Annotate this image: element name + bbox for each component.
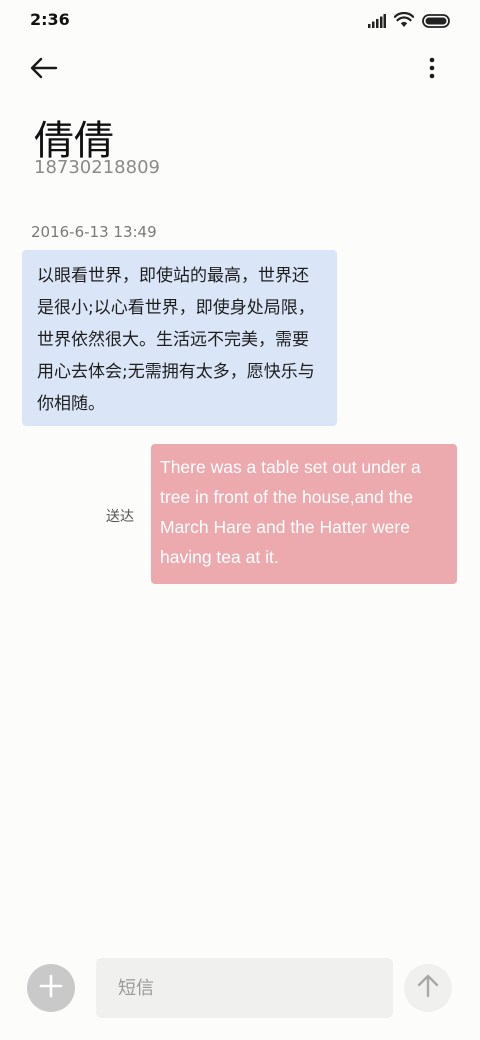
status-icons [368, 11, 452, 32]
incoming-message-text: 以眼看世界，即使站的最高，世界还是很小;以心看世界，即使身处局限，世界依然很大。… [37, 266, 315, 414]
plus-icon [39, 974, 63, 1002]
delivery-status: 送达 [106, 509, 134, 525]
add-attachment-button[interactable] [27, 964, 75, 1012]
back-arrow-icon [30, 57, 58, 83]
status-bar: 2:36 [0, 0, 480, 40]
outgoing-message-bubble[interactable]: There was a table set out under a tree i… [151, 444, 457, 584]
status-time: 2:36 [30, 10, 70, 29]
contact-number[interactable]: 18730218809 [34, 157, 160, 178]
send-button[interactable] [404, 964, 452, 1012]
toolbar [0, 48, 480, 92]
signal-icon [368, 13, 386, 32]
message-timestamp: 2016-6-13 13:49 [31, 223, 157, 241]
back-button[interactable] [30, 50, 74, 90]
more-vertical-icon [429, 57, 435, 83]
message-input[interactable] [96, 958, 393, 1018]
battery-icon [422, 13, 452, 32]
outgoing-message-text: There was a table set out under a tree i… [160, 457, 421, 567]
incoming-message-bubble[interactable]: 以眼看世界，即使站的最高，世界还是很小;以心看世界，即使身处局限，世界依然很大。… [22, 250, 337, 426]
arrow-up-icon [417, 974, 439, 1002]
more-options-button[interactable] [420, 50, 444, 90]
composer [0, 950, 480, 1030]
wifi-icon [393, 11, 415, 32]
